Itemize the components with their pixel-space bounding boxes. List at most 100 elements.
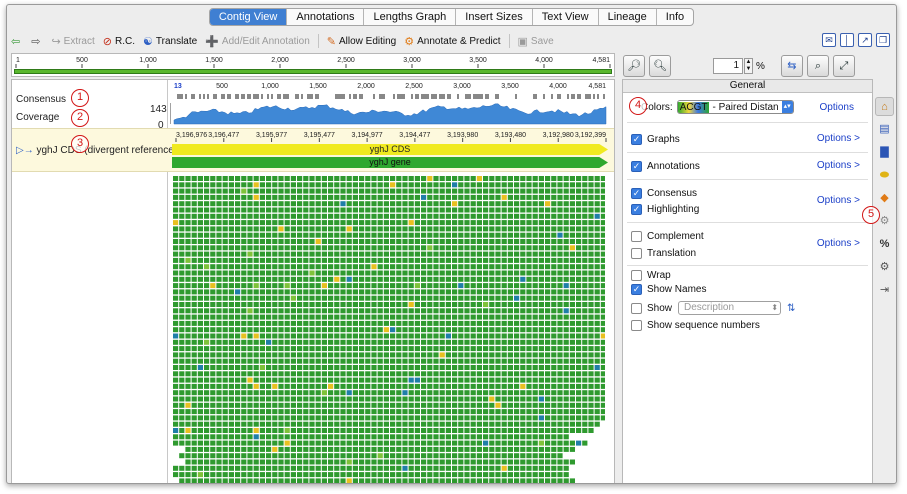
description-select[interactable]: Description <box>678 301 782 315</box>
reference-expand-icon[interactable]: ▷→ <box>16 145 34 156</box>
colors-options-link[interactable]: Options <box>820 102 854 113</box>
complement-checkbox[interactable] <box>631 231 642 242</box>
consensus-options-link[interactable]: Options > <box>817 195 860 206</box>
read-segment <box>278 428 284 433</box>
read-segment <box>427 333 433 339</box>
read-segment <box>340 314 346 320</box>
translation-row[interactable]: Translation <box>631 248 696 259</box>
colors-select[interactable]: ACGT - Paired Distan ▴▾ <box>676 100 794 114</box>
zoom-stepper[interactable]: ▲ ▼ <box>744 58 753 74</box>
show-checkbox[interactable] <box>631 302 642 314</box>
read-segment <box>408 201 414 207</box>
fit-width-button[interactable]: ⇆ <box>780 55 803 77</box>
tab-contig-view[interactable]: Contig View <box>209 9 288 25</box>
read-segment <box>445 396 451 402</box>
percent-icon[interactable]: % <box>875 235 894 254</box>
read-segment <box>588 346 594 352</box>
collapse-icon[interactable]: ⇥ <box>875 281 894 300</box>
show-names-checkbox[interactable]: ✓ <box>631 284 642 295</box>
graphs-options-link[interactable]: Options > <box>817 133 860 144</box>
complement-row[interactable]: Complement <box>631 231 704 242</box>
read-segment <box>582 239 588 244</box>
graphs-row[interactable]: ✓ Graphs <box>631 134 680 145</box>
tab-insert-sizes[interactable]: Insert Sizes <box>456 9 533 25</box>
show-sequence-numbers-checkbox[interactable] <box>631 320 642 331</box>
read-segment <box>235 220 241 226</box>
tag-icon[interactable]: ◆ <box>875 189 894 208</box>
read-segment <box>340 251 346 257</box>
tab-lengths-graph[interactable]: Lengths Graph <box>364 9 457 25</box>
home-icon[interactable]: ⌂ <box>875 97 894 116</box>
graphs-checkbox[interactable]: ✓ <box>631 134 642 145</box>
read-segment <box>582 421 588 427</box>
read-segment <box>557 402 563 408</box>
zoom-out-button[interactable]: 🔍︎ <box>649 55 671 77</box>
read-segment <box>495 302 501 307</box>
overview-ruler[interactable]: 1 500 1,000 1,500 2,000 2,500 3,000 3,500 4,000 4… <box>11 53 615 77</box>
read-segment <box>433 289 439 295</box>
annotate-predict-button[interactable]: ⚙ Annotate & Predict <box>404 35 500 48</box>
maximize-icon[interactable]: ❐ <box>876 33 890 47</box>
mail-icon[interactable]: ✉ <box>822 33 836 47</box>
save-button[interactable]: ▣ Save <box>518 35 554 48</box>
reference-row[interactable]: ▷→ yghJ CDS (divergent reference) 3,196,… <box>12 128 614 172</box>
zoom-input[interactable]: 1 <box>713 58 743 74</box>
read-segment <box>427 276 433 282</box>
annotations-checkbox[interactable]: ✓ <box>631 161 642 172</box>
back-button[interactable]: ⇦ <box>11 35 23 48</box>
read-segment <box>179 371 185 377</box>
monitor-icon[interactable]: ▤ <box>875 120 894 139</box>
contig-viewer[interactable]: Consensus Coverage 143 0 13 500 1,000 1,500… <box>11 79 615 484</box>
read-segment <box>383 289 389 295</box>
forward-button[interactable]: ⇨ <box>31 35 43 48</box>
annotations-row[interactable]: ✓ Annotations <box>631 161 700 172</box>
translate-button[interactable]: ☯ Translate <box>143 35 197 48</box>
highlighting-row[interactable]: ✓ Highlighting <box>631 204 699 215</box>
extract-button[interactable]: ↪ Extract <box>51 35 94 48</box>
translation-checkbox[interactable] <box>631 248 642 259</box>
consensus-row[interactable]: ✓ Consensus <box>631 188 697 199</box>
read-segment <box>557 213 563 219</box>
read-segment <box>390 295 396 301</box>
sort-icon[interactable]: ⇅ <box>787 303 795 314</box>
read-segment <box>470 257 476 263</box>
translation-options-link[interactable]: Options > <box>817 238 860 249</box>
read-segment <box>551 270 557 276</box>
tab-annotations[interactable]: Annotations <box>287 9 365 25</box>
show-sequence-numbers-row[interactable]: Show sequence numbers <box>631 320 760 331</box>
cds-annotation-bar[interactable]: yghJ CDS <box>172 144 608 155</box>
zoom-reset-button[interactable]: ⌕ <box>806 55 829 77</box>
fit-all-button[interactable]: ⤢ <box>832 55 855 77</box>
add-edit-annotation-button[interactable]: ➕ Add/Edit Annotation <box>205 35 310 48</box>
read-segment <box>408 339 414 345</box>
restore-icon[interactable]: ↗ <box>858 33 872 47</box>
highlighting-checkbox[interactable]: ✓ <box>631 204 642 215</box>
wrap-checkbox[interactable] <box>631 270 642 281</box>
ellipse-icon[interactable]: ⬬ <box>875 166 894 185</box>
rc-button[interactable]: ⊘ R.C. <box>103 35 135 48</box>
annotations-options-link[interactable]: Options > <box>817 160 860 171</box>
tab-lineage[interactable]: Lineage <box>599 9 657 25</box>
read-segment <box>191 207 197 213</box>
read-segment <box>290 478 296 483</box>
wrap-row[interactable]: Wrap <box>631 270 671 281</box>
show-description-row[interactable]: Show Description ⇅ <box>631 301 795 315</box>
reads-area[interactable] <box>173 176 605 484</box>
read-segment <box>315 327 321 333</box>
zoom-in-button[interactable]: 🔎︎ <box>623 55 645 77</box>
split-horizontal-icon[interactable]: │ <box>840 33 854 47</box>
gear-icon[interactable]: ⚙ <box>875 258 894 277</box>
read-segment <box>458 276 464 282</box>
tab-info[interactable]: Info <box>657 9 693 25</box>
read-segment <box>576 182 582 188</box>
toolbar-divider <box>317 34 319 48</box>
read-segment <box>520 295 526 301</box>
read-segment <box>433 283 439 289</box>
show-names-row[interactable]: ✓ Show Names <box>631 284 706 295</box>
bar-chart-icon[interactable]: ▇ <box>875 143 894 162</box>
allow-editing-button[interactable]: ✎ Allow Editing <box>327 35 396 48</box>
read-segment <box>408 446 414 452</box>
gene-annotation-bar[interactable]: yghJ gene <box>172 157 608 168</box>
tab-text-view[interactable]: Text View <box>533 9 599 25</box>
consensus-checkbox[interactable]: ✓ <box>631 188 642 199</box>
